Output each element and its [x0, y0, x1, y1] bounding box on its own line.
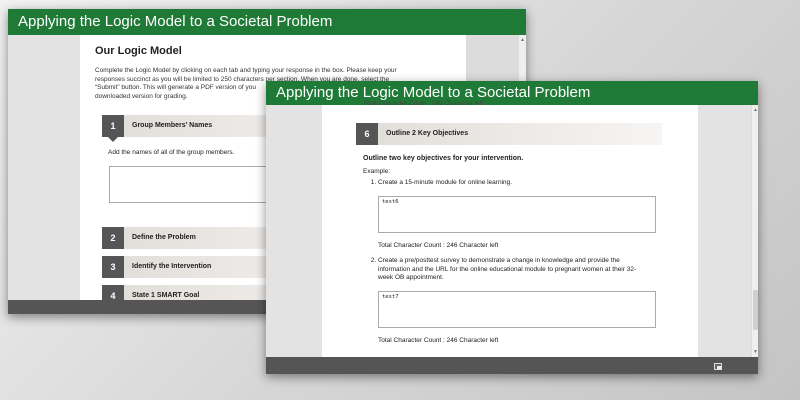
- intro-line: downloaded version for grading.: [95, 92, 188, 100]
- list-item: Create a 15-minute module for online lea…: [378, 179, 693, 188]
- scroll-down-icon[interactable]: ▼: [753, 349, 758, 355]
- example-text-line: information and the URL for the online e…: [378, 265, 637, 273]
- scroll-up-icon[interactable]: ▲: [520, 37, 525, 43]
- example-text-line: week OB appointment.: [378, 274, 444, 281]
- list-item: Create a pre/posttest survey to demonstr…: [378, 257, 693, 283]
- step-number: 6: [356, 123, 378, 145]
- front-window[interactable]: Applying the Logic Model to a Societal P…: [266, 81, 758, 374]
- objective-1-input[interactable]: test6: [378, 196, 656, 233]
- objectives-section: Outline two key objectives for your inte…: [363, 155, 693, 188]
- example-text: Create a 15-minute module for online lea…: [378, 179, 513, 186]
- step-label: Outline 2 Key Objectives: [378, 123, 662, 145]
- example-label: Example:: [363, 168, 391, 175]
- left-gutter: [8, 35, 80, 300]
- scroll-thumb[interactable]: [753, 290, 758, 330]
- scrollbar[interactable]: ▲ ▼: [751, 105, 758, 357]
- examples-list: Create a 15-minute module for online lea…: [363, 179, 693, 188]
- tab-key-objectives[interactable]: 6 Outline 2 Key Objectives: [356, 123, 662, 145]
- page-heading: Our Logic Model: [95, 45, 182, 57]
- right-gutter: [698, 105, 751, 357]
- intro-line: Complete the Logic Model by clicking on …: [95, 67, 397, 74]
- objective-2-input[interactable]: test7: [378, 291, 656, 328]
- objectives-prompt: Outline two key objectives for your inte…: [363, 155, 524, 162]
- window-title: Applying the Logic Model to a Societal P…: [8, 9, 526, 35]
- char-count: Total Character Count : 246 Character le…: [378, 242, 499, 249]
- left-gutter: [266, 105, 322, 357]
- step-number: 3: [102, 256, 124, 278]
- intro-line: “Submit” button. This will generate a PD…: [95, 84, 257, 91]
- previous-char-count: Total Character Count : 246 Character le…: [363, 100, 484, 107]
- examples-list: Create a pre/posttest survey to demonstr…: [363, 257, 693, 283]
- step-number: 1: [102, 115, 124, 142]
- step-number: 2: [102, 227, 124, 249]
- footer-bar: [266, 357, 758, 374]
- scroll-up-icon[interactable]: ▲: [753, 107, 758, 113]
- fullscreen-icon[interactable]: [714, 363, 722, 370]
- char-count: Total Character Count : 246 Character le…: [378, 337, 499, 344]
- example-2: Create a pre/posttest survey to demonstr…: [363, 257, 693, 283]
- example-text-line: Create a pre/posttest survey to demonstr…: [378, 257, 620, 264]
- window-title: Applying the Logic Model to a Societal P…: [266, 81, 758, 105]
